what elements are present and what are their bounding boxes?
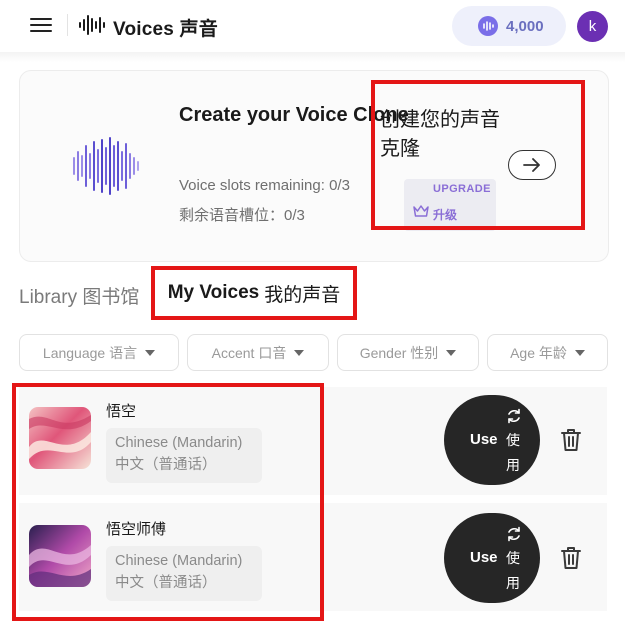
caret-down-icon <box>145 349 156 356</box>
waveform-illustration <box>73 137 139 195</box>
filter-accent-label: Accent 口音 <box>211 344 287 361</box>
refresh-icon <box>508 408 520 424</box>
highlight-box-clone-title <box>371 80 585 230</box>
app-title: Voices 声音 <box>113 19 218 40</box>
waveform-logo-icon <box>79 15 105 35</box>
credits-count: 4,000 <box>506 17 544 35</box>
menu-icon[interactable] <box>30 15 52 35</box>
filter-gender[interactable]: Gender 性别 <box>337 334 479 371</box>
use-label: Use <box>470 549 498 566</box>
filter-language-label: Language 语言 <box>42 344 138 361</box>
filter-age[interactable]: Age 年龄 <box>487 334 608 371</box>
credits-badge[interactable]: 4,000 <box>452 6 566 46</box>
caret-down-icon <box>574 349 585 356</box>
coin-icon <box>478 16 498 36</box>
slots-remaining-en: Voice slots remaining: 0/3 <box>179 177 350 194</box>
use-label-zh-1: 使 <box>506 550 520 566</box>
tab-my-voices[interactable]: My Voices 我的声音 <box>151 266 357 320</box>
use-label-zh-2: 用 <box>506 575 520 591</box>
tab-my-voices-en: My Voices <box>167 282 260 303</box>
trash-icon[interactable] <box>560 546 582 570</box>
tab-library[interactable]: Library 图书馆 <box>19 282 139 309</box>
filter-language[interactable]: Language 语言 <box>19 334 179 371</box>
highlight-box-voice-list <box>12 383 324 621</box>
use-voice-button[interactable]: Use 使 用 <box>444 513 540 603</box>
trash-icon[interactable] <box>560 428 582 452</box>
slots-remaining-zh: 剩余语音槽位：0/3 <box>179 207 305 224</box>
top-bar: Voices 声音 4,000 k <box>0 0 625 52</box>
caret-down-icon <box>446 349 457 356</box>
use-label-zh-1: 使 <box>506 432 520 448</box>
tab-my-voices-zh: 我的声音 <box>264 284 341 306</box>
caret-down-icon <box>294 349 305 356</box>
filter-gender-label: Gender 性别 <box>359 344 439 361</box>
use-label: Use <box>470 431 498 448</box>
filter-age-label: Age 年龄 <box>510 344 567 361</box>
header-divider <box>67 14 68 36</box>
use-label-zh-2: 用 <box>506 457 520 473</box>
filter-accent[interactable]: Accent 口音 <box>187 334 329 371</box>
header-shadow <box>0 52 625 62</box>
refresh-icon <box>508 526 520 542</box>
use-voice-button[interactable]: Use 使 用 <box>444 395 540 485</box>
avatar[interactable]: k <box>577 11 608 42</box>
